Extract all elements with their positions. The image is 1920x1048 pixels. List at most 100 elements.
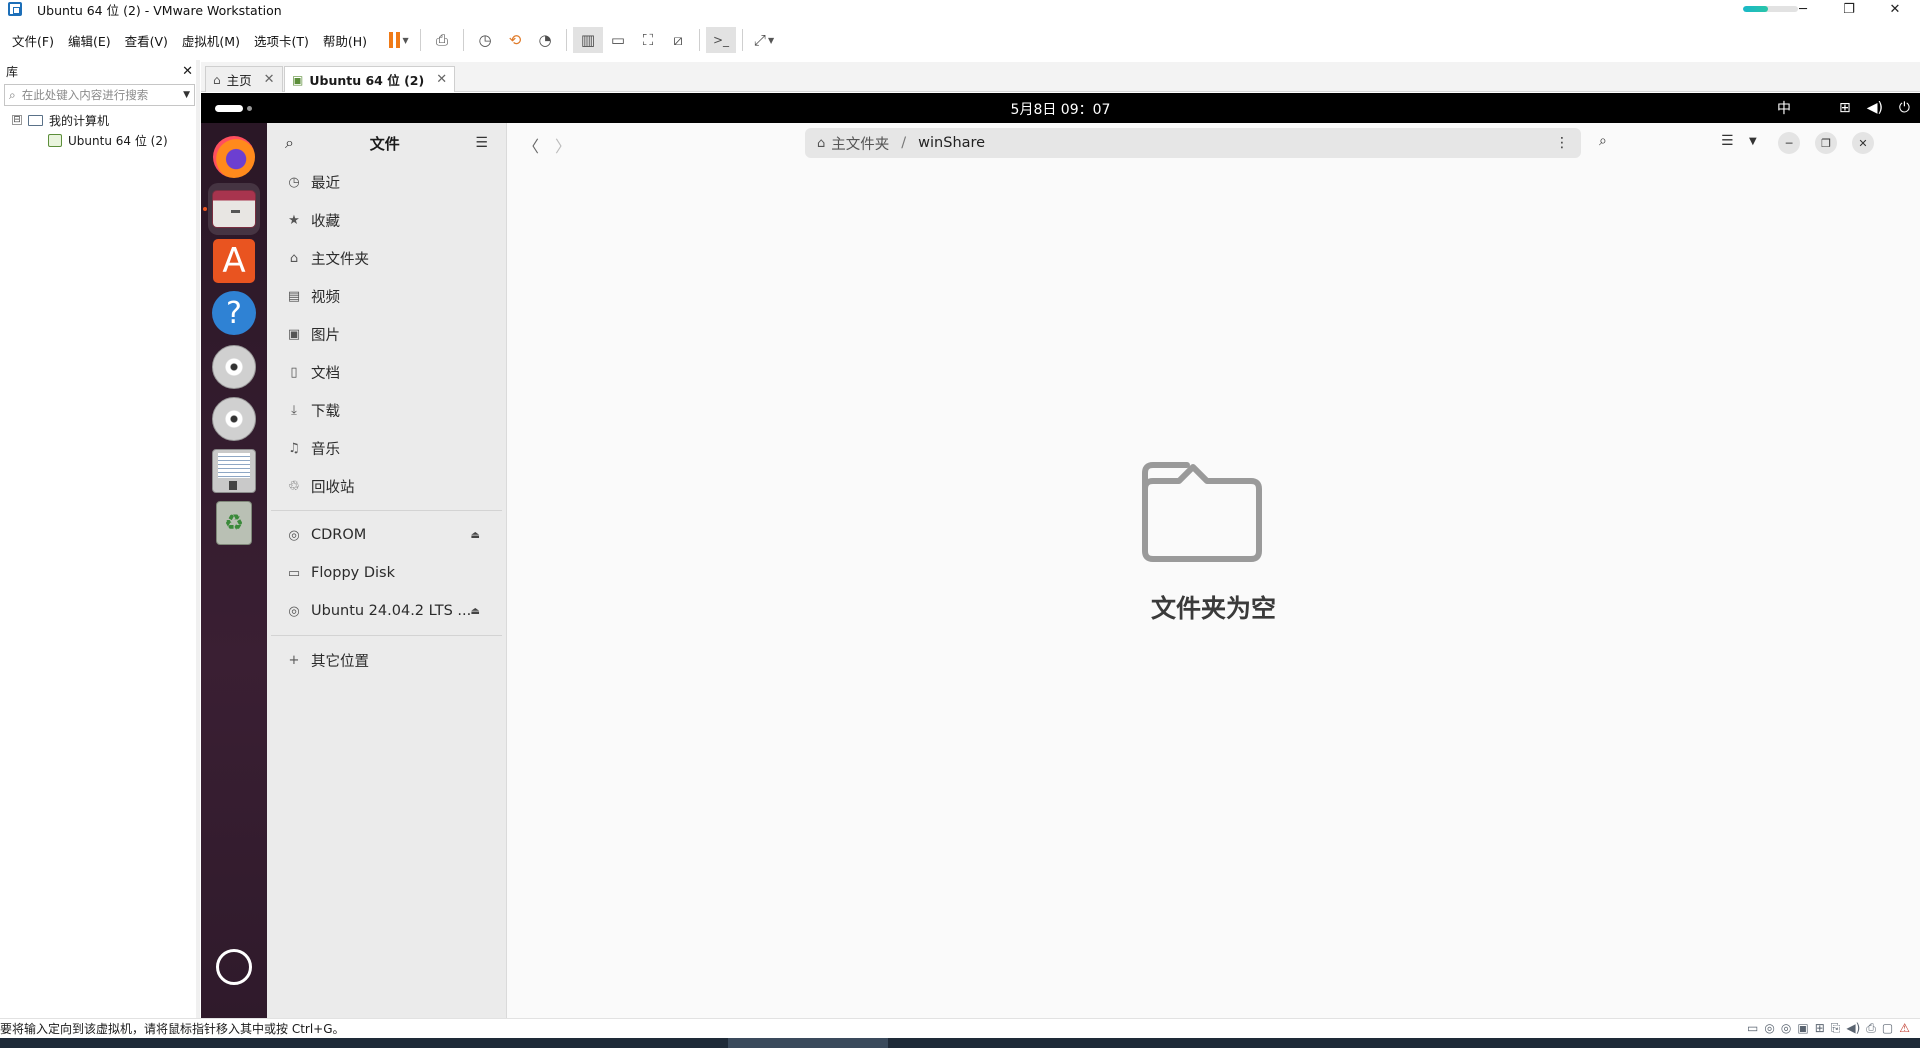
path-bar[interactable]: ⌂ 主文件夹 / winShare ⋮	[805, 128, 1581, 158]
list-view-icon[interactable]: ☰	[1721, 133, 1734, 149]
computer-icon	[28, 114, 43, 126]
sidebar-item[interactable]: ▭ Floppy Disk	[267, 554, 506, 592]
snapshot-button[interactable]: ◷	[470, 27, 500, 53]
tab-close-icon[interactable]: ✕	[436, 72, 447, 87]
alert-status-icon[interactable]: ⚠	[1899, 1021, 1910, 1036]
sidebar-item[interactable]: ▣ 图片	[267, 315, 506, 353]
eject-icon[interactable]: ⏏	[471, 606, 480, 617]
library-search-input[interactable]: ⌕ 在此处键入内容进行搜索 ▼	[4, 84, 195, 106]
show-library-button[interactable]: ▥	[573, 27, 604, 53]
usb-status-icon[interactable]: ⎘	[1831, 1021, 1841, 1036]
console-view-button[interactable]: >_	[706, 27, 737, 53]
close-button[interactable]: ✕	[1872, 0, 1918, 18]
cdrom-status-icon[interactable]: ◎	[1781, 1021, 1791, 1036]
sidebar-item[interactable]: ◎ Ubuntu 24.04.2 LTS ... ⏏	[267, 592, 506, 630]
dock-files[interactable]	[203, 183, 260, 235]
full-screen-button[interactable]: ⛶	[633, 27, 663, 53]
eject-icon[interactable]: ⏏	[471, 530, 480, 541]
dock-trash[interactable]: ♻	[208, 497, 260, 549]
menu-view[interactable]: 查看(V)	[118, 28, 175, 52]
tree-item-my-computer[interactable]: ⊟ 我的计算机	[0, 110, 199, 130]
dock-ubuntu-disc[interactable]	[208, 393, 260, 445]
sidebar-item[interactable]: ◎ CDROM ⏏	[267, 516, 506, 554]
path-segment-current[interactable]: winShare	[918, 135, 985, 151]
sound-status-icon[interactable]: ◀)	[1846, 1021, 1860, 1036]
input-method-indicator[interactable]: 中	[1777, 98, 1791, 118]
toolbar-separator	[463, 29, 465, 51]
sidebar-item[interactable]: ▯ 文档	[267, 353, 506, 391]
sidebar-item[interactable]: ★ 收藏	[267, 201, 506, 239]
chevron-down-icon[interactable]: ▼	[183, 90, 190, 100]
window-title: Ubuntu 64 位 (2) - VMware Workstation	[37, 2, 282, 18]
minimize-button[interactable]: ─	[1780, 0, 1826, 18]
revert-snapshot-button[interactable]: ⟲	[500, 27, 530, 53]
window-minimize-button[interactable]: ─	[1778, 132, 1800, 154]
restore-button[interactable]: ❐	[1826, 0, 1872, 18]
message-status-icon[interactable]: ▢	[1882, 1021, 1893, 1036]
chevron-down-icon[interactable]: ▼	[1749, 136, 1757, 147]
chevron-down-icon: ▼	[767, 35, 775, 45]
dock-cdrom[interactable]	[208, 341, 260, 393]
forward-button[interactable]: 〉	[555, 133, 571, 157]
window-close-button[interactable]: ✕	[1852, 132, 1874, 154]
vm-console[interactable]: 5月8日 09：07 中 ⊞ ◀) ⏻ A ? ♻ ⌕ 文件 ☰ ◷ 最近 ★ 收藏 ⌂…	[201, 93, 1920, 1018]
tab-close-icon[interactable]: ✕	[264, 72, 275, 87]
hdd-icon[interactable]: ▭	[1747, 1021, 1758, 1036]
menu-help[interactable]: 帮助(H)	[316, 28, 374, 52]
sidebar-item-label: 收藏	[311, 213, 340, 230]
search-files-icon[interactable]: ⌕	[1599, 133, 1607, 149]
clock-icon: ◷	[288, 174, 300, 190]
more-options-icon[interactable]: ⋮	[1555, 135, 1569, 151]
stretch-button[interactable]: ⤢ ▼	[749, 27, 779, 53]
network-status-icon[interactable]: ⊞	[1815, 1021, 1825, 1036]
sidebar-item[interactable]: ⤓ 下载	[267, 391, 506, 429]
tree-item-vm[interactable]: Ubuntu 64 位 (2)	[0, 130, 199, 150]
divider	[271, 635, 502, 636]
search-icon[interactable]: ⌕	[285, 133, 294, 153]
send-ctrl-alt-del-button[interactable]: ⎙	[427, 27, 457, 53]
sidebar-item[interactable]: ♫ 音乐	[267, 429, 506, 467]
unity-button[interactable]: ⧄	[663, 27, 693, 53]
picture-icon: ▣	[287, 326, 301, 342]
taskbar-item[interactable]	[728, 1038, 888, 1048]
snapshot-manager-button[interactable]: ◔	[530, 27, 560, 53]
menu-tabs[interactable]: 选项卡(T)	[247, 28, 316, 52]
dock-floppy[interactable]	[208, 445, 260, 497]
dock-firefox[interactable]	[208, 131, 260, 183]
path-segment-home[interactable]: 主文件夹	[831, 133, 889, 154]
back-button[interactable]: 〈	[523, 133, 539, 157]
tab-ubuntu-vm[interactable]: ▣ Ubuntu 64 位 (2) ✕	[284, 66, 456, 92]
menu-vm[interactable]: 虚拟机(M)	[175, 28, 247, 52]
dock-help[interactable]: ?	[208, 287, 260, 339]
stretch-icon: ⤢	[753, 31, 766, 49]
library-close-icon[interactable]: ✕	[182, 64, 193, 79]
tab-strip: ⌂ 主页 ✕ ▣ Ubuntu 64 位 (2) ✕	[201, 62, 1920, 92]
window-maximize-button[interactable]: ❐	[1815, 132, 1837, 154]
hamburger-menu-icon[interactable]: ☰	[475, 135, 488, 151]
cdrom-status-icon[interactable]: ◎	[1764, 1021, 1774, 1036]
sidebar-item-label: 其它位置	[311, 653, 369, 670]
home-icon: ⌂	[817, 135, 826, 151]
sidebar-item[interactable]: ♲ 回收站	[267, 467, 506, 505]
clock[interactable]: 5月8日 09：07	[201, 99, 1920, 119]
collapse-icon[interactable]: ⊟	[12, 115, 22, 125]
show-thumbnail-bar-button[interactable]: ▭	[603, 27, 633, 53]
sidebar-item-other-locations[interactable]: + 其它位置	[267, 641, 506, 679]
pause-button[interactable]: ▼	[384, 27, 414, 53]
dock-app-center[interactable]: A	[208, 235, 260, 287]
snapshot-manager-icon: ◔	[538, 31, 552, 49]
sidebar-item[interactable]: ◷ 最近	[267, 163, 506, 201]
app-center-icon: A	[213, 239, 255, 283]
menu-file[interactable]: 文件(F)	[5, 28, 61, 52]
library-search-placeholder: 在此处键入内容进行搜索	[21, 88, 149, 102]
system-tray[interactable]: 中 ⊞ ◀) ⏻	[1777, 98, 1910, 118]
floppy-status-icon[interactable]: ▣	[1797, 1021, 1808, 1036]
splitter[interactable]	[196, 60, 200, 1018]
dock-show-apps[interactable]	[208, 941, 260, 993]
files-main: 〈 〉 ⌂ 主文件夹 / winShare ⋮ ⌕ ☰ ▼ ─ ❐ ✕ 文件夹为…	[507, 123, 1920, 1018]
sidebar-item[interactable]: ▤ 视频	[267, 277, 506, 315]
tab-home[interactable]: ⌂ 主页 ✕	[205, 66, 283, 92]
sidebar-item[interactable]: ⌂ 主文件夹	[267, 239, 506, 277]
printer-status-icon[interactable]: ⎙	[1866, 1021, 1876, 1036]
menu-edit[interactable]: 编辑(E)	[61, 28, 118, 52]
